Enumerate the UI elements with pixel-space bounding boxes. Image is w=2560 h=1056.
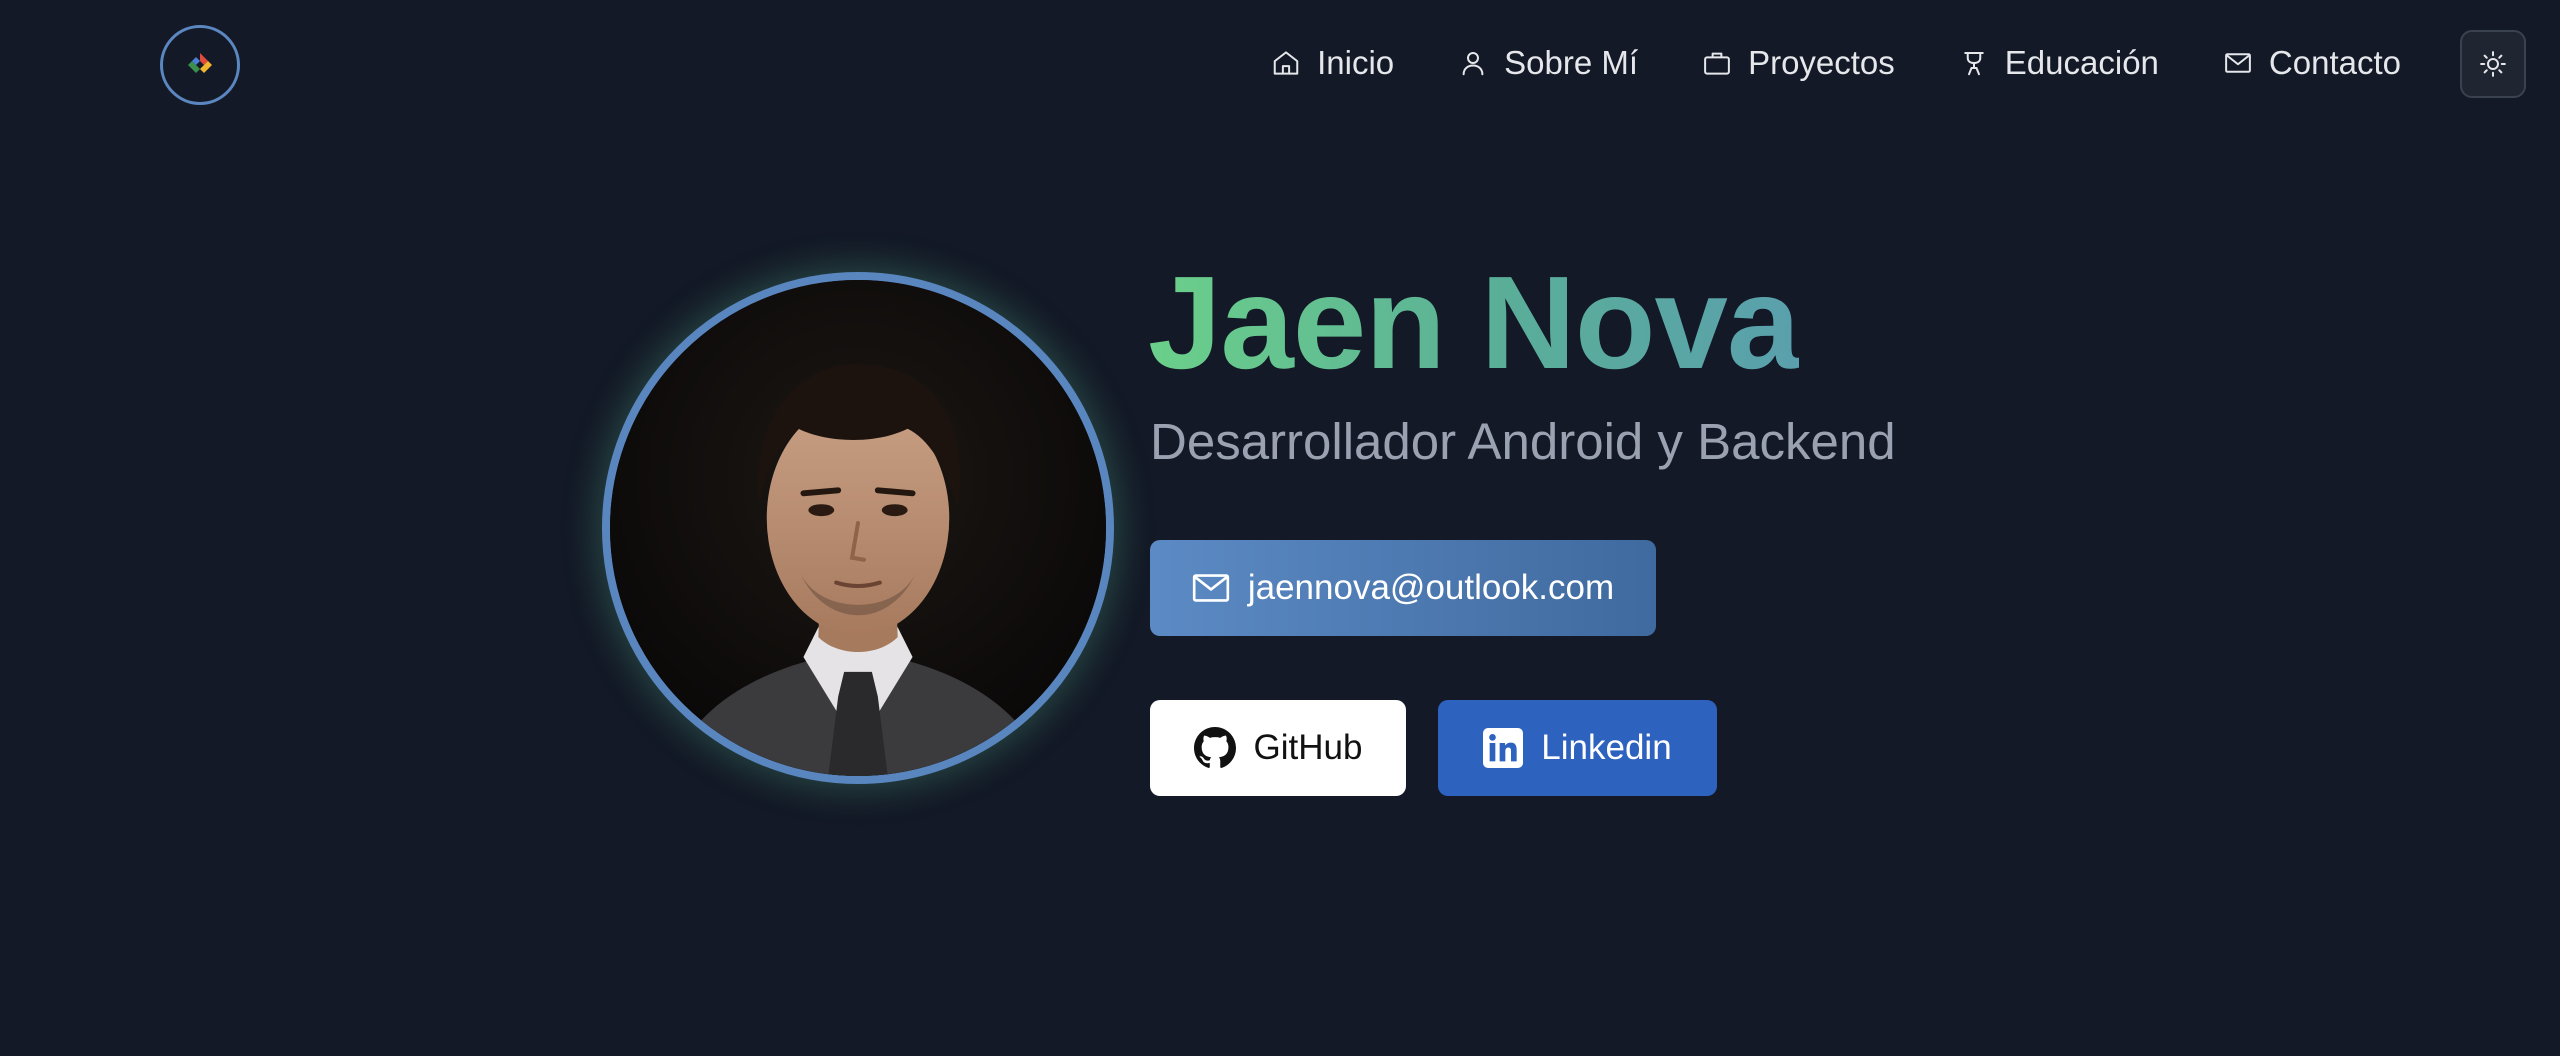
user-icon: [1462, 52, 1484, 76]
theme-toggle-button[interactable]: [2460, 30, 2526, 98]
mail-icon: [2225, 53, 2251, 73]
email-button-label: jaennova@outlook.com: [1247, 568, 1615, 607]
briefcase-icon: [1704, 52, 1730, 75]
nav-item-educacion[interactable]: Educación: [1959, 44, 2159, 82]
github-button[interactable]: GitHub: [1150, 700, 1406, 796]
nav-label: Contacto: [2268, 44, 2401, 81]
nav-label: Sobre Mí: [1504, 44, 1639, 81]
nav-label: Educación: [2004, 44, 2159, 81]
graduation-icon: [1964, 52, 1984, 76]
portfolio-page: Inicio Sobre Mí Proyectos Educación Cont…: [0, 0, 2560, 1056]
hero-role: Desarrollador Android y Backend: [1150, 413, 1896, 470]
github-icon: [1193, 727, 1236, 768]
linkedin-button[interactable]: Linkedin: [1438, 700, 1717, 796]
sun-icon: [2480, 51, 2506, 77]
home-icon: [1273, 51, 1299, 75]
linkedin-button-label: Linkedin: [1541, 728, 1672, 767]
nav-label: Proyectos: [1748, 44, 1895, 81]
nav-label: Inicio: [1317, 44, 1395, 81]
github-button-label: GitHub: [1253, 728, 1363, 767]
logo-icon: [188, 53, 212, 73]
avatar: [602, 272, 1114, 784]
mail-icon: [1192, 574, 1229, 602]
nav-item-proyectos[interactable]: Proyectos: [1702, 44, 1895, 82]
nav-item-sobre-mi[interactable]: Sobre Mí: [1458, 44, 1638, 82]
site-logo[interactable]: [160, 25, 240, 105]
nav-item-inicio[interactable]: Inicio: [1271, 44, 1394, 82]
profile-photo: [610, 280, 1106, 776]
main-nav: Inicio Sobre Mí Proyectos Educación Cont…: [1271, 30, 2401, 96]
hero-name: Jaen Nova: [1148, 249, 1800, 396]
linkedin-icon: [1483, 728, 1524, 768]
email-button[interactable]: jaennova@outlook.com: [1150, 540, 1656, 636]
nav-item-contacto[interactable]: Contacto: [2223, 44, 2401, 82]
